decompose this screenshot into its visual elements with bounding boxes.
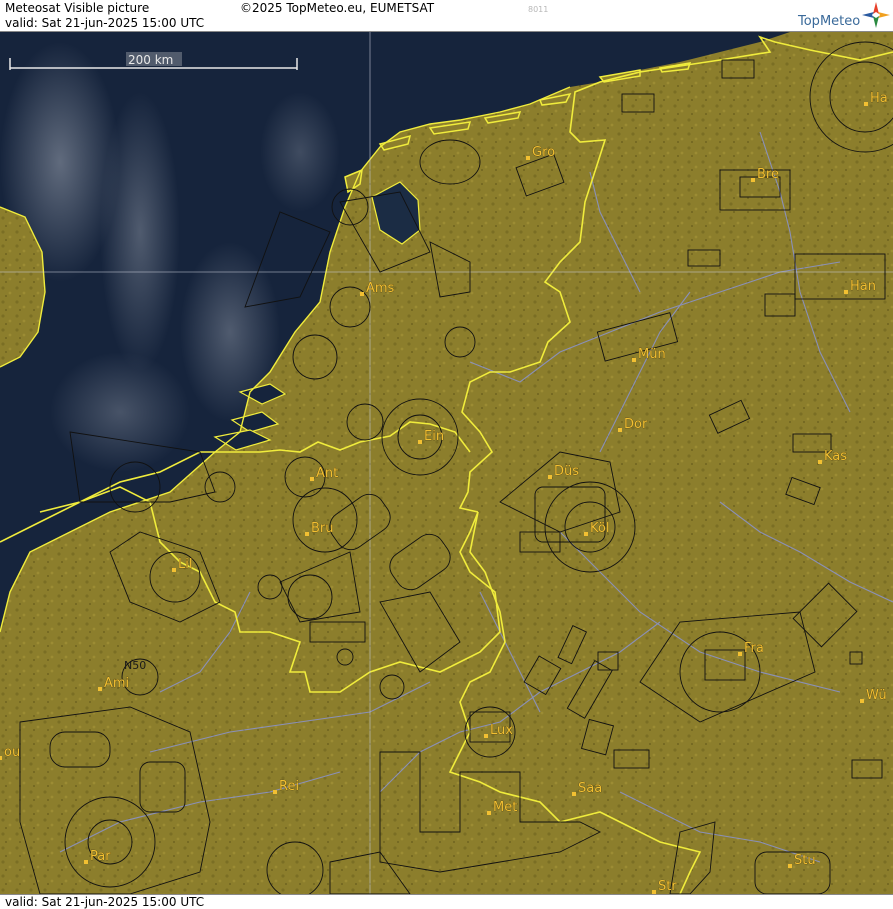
city-marker — [484, 734, 488, 738]
city-marker — [738, 652, 742, 656]
city-label: Ami — [104, 676, 129, 691]
city-marker — [584, 532, 588, 536]
city-label: Par — [90, 849, 111, 864]
city-marker — [487, 811, 491, 815]
city-label: Saa — [578, 781, 602, 796]
city-label: Ein — [424, 429, 444, 444]
brand-name: TopMeteo — [798, 14, 861, 29]
city-marker — [310, 477, 314, 481]
city-label: Dor — [624, 417, 648, 432]
product-code: 8011 — [528, 5, 549, 14]
city-label: Köl — [590, 521, 609, 536]
city-marker — [84, 860, 88, 864]
header-bar: Meteosat Visible picture valid: Sat 21-j… — [0, 0, 893, 32]
city-marker — [844, 290, 848, 294]
city-marker — [618, 428, 622, 432]
airspace-label: N50 — [124, 659, 146, 672]
city-marker — [751, 178, 755, 182]
city-label: Bre — [757, 167, 779, 182]
city-marker — [632, 358, 636, 362]
city-marker — [98, 687, 102, 691]
copyright-text: ©2025 TopMeteo.eu, EUMETSAT — [240, 1, 435, 15]
city-label: Ha — [870, 91, 888, 106]
city-label: ou — [4, 745, 20, 760]
city-marker — [418, 440, 422, 444]
city-marker — [864, 102, 868, 106]
city-marker — [860, 699, 864, 703]
compass-logo-icon — [862, 2, 890, 28]
city-marker — [788, 864, 792, 868]
city-label: Ams — [366, 281, 395, 296]
city-label: Str — [658, 879, 677, 894]
valid-time-bottom: valid: Sat 21-jun-2025 15:00 UTC — [5, 895, 205, 909]
city-label: Wü — [866, 688, 887, 703]
city-label: Met — [493, 800, 517, 815]
scale-bar-label: 200 km — [128, 53, 173, 67]
city-label: Lux — [490, 723, 513, 738]
city-label: Stu — [794, 853, 816, 868]
city-marker — [548, 475, 552, 479]
city-label: Bru — [311, 521, 334, 536]
city-marker — [305, 532, 309, 536]
city-marker — [360, 292, 364, 296]
valid-time-top: valid: Sat 21-jun-2025 15:00 UTC — [5, 16, 205, 30]
city-label: Kas — [824, 449, 847, 464]
city-label: Düs — [554, 464, 579, 479]
satellite-map[interactable]: 200 km N50 Gro Bre Ha Ams Han Mün Ein Dor Kas Ant… — [0, 32, 893, 894]
footer-bar: valid: Sat 21-jun-2025 15:00 UTC — [0, 894, 893, 909]
map-title: Meteosat Visible picture — [5, 1, 150, 15]
city-marker — [0, 756, 2, 760]
city-label: Fra — [744, 641, 764, 656]
city-marker — [818, 460, 822, 464]
city-label: Ant — [316, 466, 338, 481]
city-marker — [572, 792, 576, 796]
city-marker — [172, 568, 176, 572]
city-label: Gro — [532, 145, 555, 160]
city-label: Mün — [638, 347, 666, 362]
city-marker — [526, 156, 530, 160]
city-marker — [273, 790, 277, 794]
city-label: Lil — [178, 557, 192, 572]
city-label: Rei — [279, 779, 299, 794]
city-label: Han — [850, 279, 876, 294]
